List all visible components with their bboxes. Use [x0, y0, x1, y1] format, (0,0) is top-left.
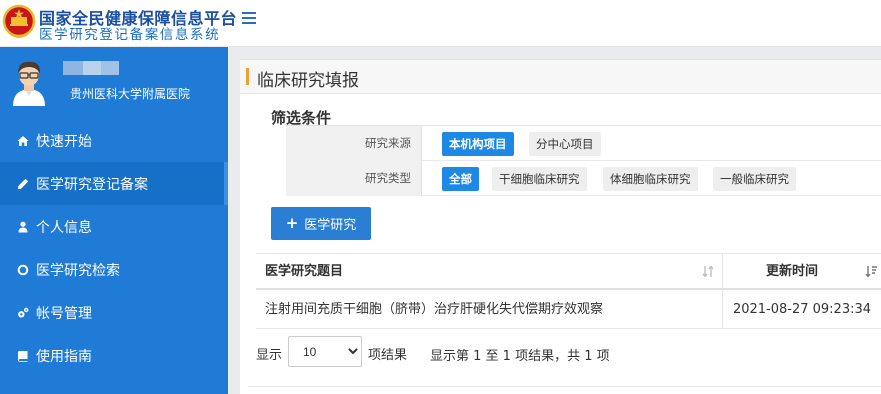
- table-row[interactable]: 注射用间充质干细胞（脐带）治疗肝硬化失代偿期疗效观察 2021-08-27 09…: [256, 290, 881, 329]
- user-name-redacted: [63, 61, 119, 75]
- filter-chip-somatic-cell[interactable]: 体细胞临床研究: [603, 167, 698, 191]
- filter-row-type: 研究类型 全部 干细胞临床研究 体细胞临床研究 一般临床研究: [286, 161, 881, 196]
- sidebar-menu: 快速开始 医学研究登记备案 个人信息 医学研究检索 帐号管理 使用指南: [0, 119, 228, 377]
- sidebar-item-personal-info[interactable]: 个人信息: [0, 205, 228, 248]
- pagination-bar: 显示 10 项结果 显示第 1 至 1 项结果，共 1 项: [256, 336, 881, 368]
- sidebar-item-label: 个人信息: [36, 219, 92, 236]
- title-accent-bar: [246, 68, 249, 85]
- cell-updated-time: 2021-08-27 09:23:34: [732, 302, 872, 317]
- sidebar-item-label: 帐号管理: [36, 305, 92, 322]
- sidebar-item-user-guide[interactable]: 使用指南: [0, 334, 228, 377]
- plus-icon: +: [285, 214, 299, 232]
- sidebar-item-label: 医学研究登记备案: [36, 176, 148, 193]
- column-header-label: 更新时间: [765, 264, 818, 279]
- table-header: 医学研究题目 更新时间: [256, 253, 881, 290]
- pencil-icon: [16, 177, 30, 191]
- column-header-label: 医学研究题目: [265, 264, 344, 279]
- sort-icon: [702, 265, 714, 278]
- organization-name: 贵州医科大学附属医院: [70, 87, 191, 101]
- cell-research-title[interactable]: 注射用间充质干细胞（脐带）治疗肝硬化失代偿期疗效观察: [256, 290, 723, 329]
- sidebar-item-label: 快速开始: [36, 133, 92, 150]
- add-research-button[interactable]: + 医学研究: [271, 207, 371, 240]
- page-size-select[interactable]: 10: [288, 336, 362, 367]
- sidebar-item-account-management[interactable]: 帐号管理: [0, 291, 228, 334]
- filter-chip-all[interactable]: 全部: [442, 167, 479, 191]
- sidebar-item-label: 使用指南: [36, 348, 92, 365]
- sidebar: 贵州医科大学附属医院 快速开始 医学研究登记备案 个人信息 医学研究检索 帐号管…: [0, 47, 228, 394]
- filter-chip-stem-cell[interactable]: 干细胞临床研究: [492, 167, 587, 191]
- book-icon: [16, 349, 30, 363]
- gears-icon: [16, 306, 30, 320]
- home-icon: [16, 134, 30, 148]
- filter-row-source: 研究来源 本机构项目 分中心项目: [286, 126, 881, 161]
- national-emblem-icon: [2, 4, 36, 38]
- user-panel: 贵州医科大学附属医院: [0, 47, 228, 117]
- avatar: [13, 61, 45, 106]
- column-header-updated[interactable]: 更新时间: [723, 254, 881, 289]
- sidebar-item-research-search[interactable]: 医学研究检索: [0, 248, 228, 291]
- filter-chip-own-institution[interactable]: 本机构项目: [442, 132, 514, 156]
- sidebar-item-quick-start[interactable]: 快速开始: [0, 119, 228, 162]
- column-header-title[interactable]: 医学研究题目: [256, 254, 723, 289]
- page-title: 临床研究填报: [257, 71, 359, 91]
- pagination-info: 显示第 1 至 1 项结果，共 1 项: [430, 349, 610, 364]
- sort-desc-icon: [865, 266, 877, 278]
- page-size-suffix: 项结果: [368, 348, 408, 363]
- filter-label-source: 研究来源: [286, 126, 422, 161]
- add-research-label: 医学研究: [304, 218, 357, 233]
- filter-chip-general[interactable]: 一般临床研究: [713, 167, 796, 191]
- user-icon: [16, 220, 30, 234]
- page-size-prefix: 显示: [256, 348, 283, 363]
- sidebar-item-label: 医学研究检索: [36, 262, 120, 279]
- app-subtitle: 医学研究登记备案信息系统: [39, 27, 221, 43]
- divider: [248, 386, 881, 387]
- sidebar-item-research-registration[interactable]: 医学研究登记备案: [0, 162, 228, 205]
- filter-table: 研究来源 本机构项目 分中心项目 研究类型 全部 干细胞临床研究 体细胞临床研究…: [286, 125, 881, 197]
- filter-label-type: 研究类型: [286, 161, 422, 196]
- top-header: 国家全民健康保障信息平台 医学研究登记备案信息系统: [0, 0, 881, 47]
- panel-header: 临床研究填报: [240, 60, 881, 94]
- menu-toggle-icon[interactable]: [242, 12, 256, 26]
- circle-icon: [16, 263, 30, 277]
- main-panel: 临床研究填报 筛选条件 研究来源 本机构项目 分中心项目 研究类型 全部 干细胞…: [240, 59, 881, 394]
- filter-chip-sub-center[interactable]: 分中心项目: [529, 132, 601, 156]
